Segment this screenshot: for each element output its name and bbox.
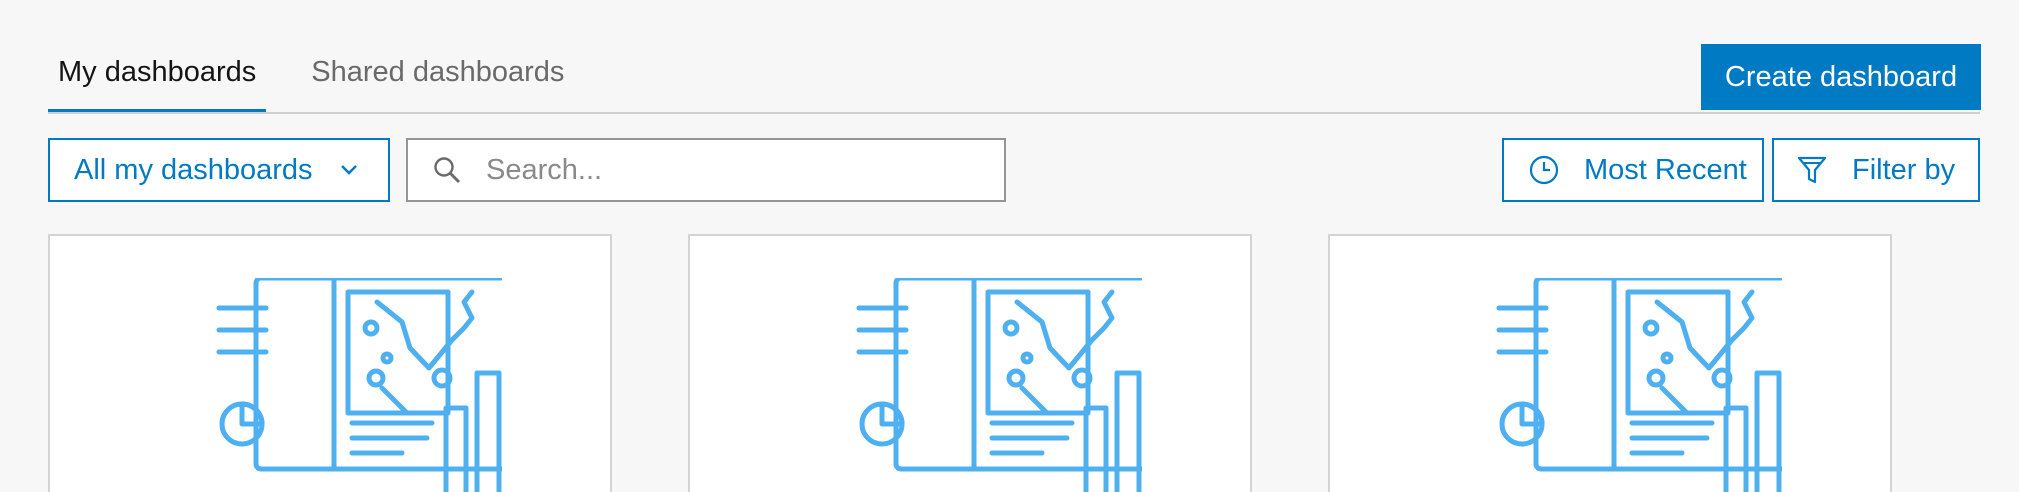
sort-label: Most Recent [1584, 153, 1747, 186]
filter-button[interactable]: Filter by [1772, 138, 1980, 202]
clock-icon [1529, 155, 1559, 185]
create-dashboard-button[interactable]: Create dashboard [1701, 44, 1981, 110]
tab-shared-dashboards[interactable]: Shared dashboards [301, 40, 574, 114]
sort-button[interactable]: Most Recent [1502, 138, 1764, 202]
search-box[interactable] [406, 138, 1006, 202]
scope-dropdown-label: All my dashboards [74, 153, 313, 186]
chevron-down-icon [341, 165, 357, 175]
dashboard-card[interactable] [688, 234, 1252, 492]
dashboard-thumbnail-icon [216, 278, 502, 492]
dashboard-tabs: My dashboards Shared dashboards [48, 40, 574, 114]
scope-dropdown[interactable]: All my dashboards [48, 138, 390, 202]
search-input[interactable] [486, 153, 986, 187]
dashboard-card[interactable] [1328, 234, 1892, 492]
dashboard-thumbnail-icon [1496, 278, 1782, 492]
tab-my-dashboards[interactable]: My dashboards [48, 40, 267, 114]
search-icon [434, 157, 460, 183]
tab-divider [48, 112, 1980, 114]
dashboard-card[interactable] [48, 234, 612, 492]
dashboard-thumbnail-icon [856, 278, 1142, 492]
filter-label: Filter by [1852, 153, 1956, 186]
funnel-icon [1797, 156, 1827, 184]
